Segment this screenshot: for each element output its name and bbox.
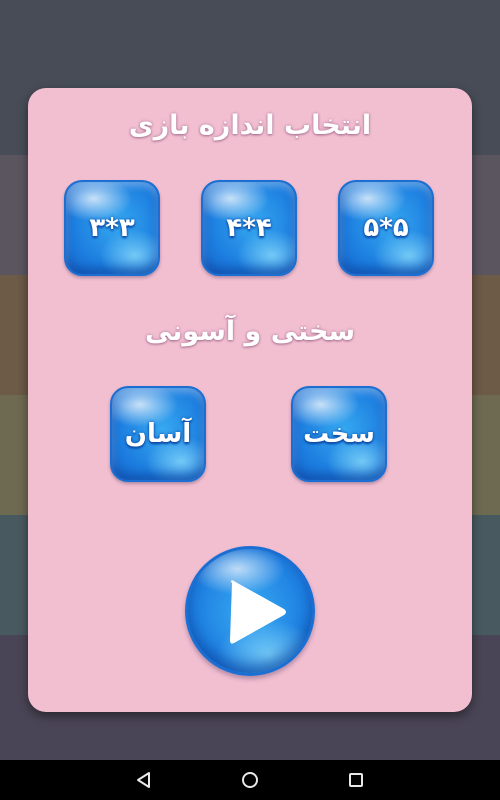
- back-icon[interactable]: [132, 768, 156, 792]
- difficulty-easy-label: آسان: [124, 419, 192, 449]
- play-button[interactable]: [185, 546, 315, 676]
- difficulty-hard-label: سخت: [303, 419, 375, 449]
- size-3x3-label: ۳*۳: [89, 213, 135, 243]
- size-4x4-button[interactable]: ۴*۴: [201, 180, 297, 276]
- home-icon[interactable]: [238, 768, 262, 792]
- size-3x3-button[interactable]: ۳*۳: [64, 180, 160, 276]
- size-5x5-button[interactable]: ۵*۵: [338, 180, 434, 276]
- size-title: انتخاب اندازه بازی: [128, 110, 372, 141]
- size-5x5-label: ۵*۵: [363, 213, 409, 243]
- difficulty-easy-button[interactable]: آسان: [110, 386, 206, 482]
- difficulty-hard-button[interactable]: سخت: [291, 386, 387, 482]
- navigation-bar: [0, 760, 500, 800]
- recent-apps-icon[interactable]: [344, 768, 368, 792]
- settings-dialog: انتخاب اندازه بازی ۵*۵ ۴*۴ ۳*۳ سختی و آس…: [28, 88, 472, 712]
- play-icon: [230, 580, 286, 644]
- difficulty-title: سختی و آسونی: [144, 316, 356, 347]
- size-4x4-label: ۴*۴: [226, 213, 272, 243]
